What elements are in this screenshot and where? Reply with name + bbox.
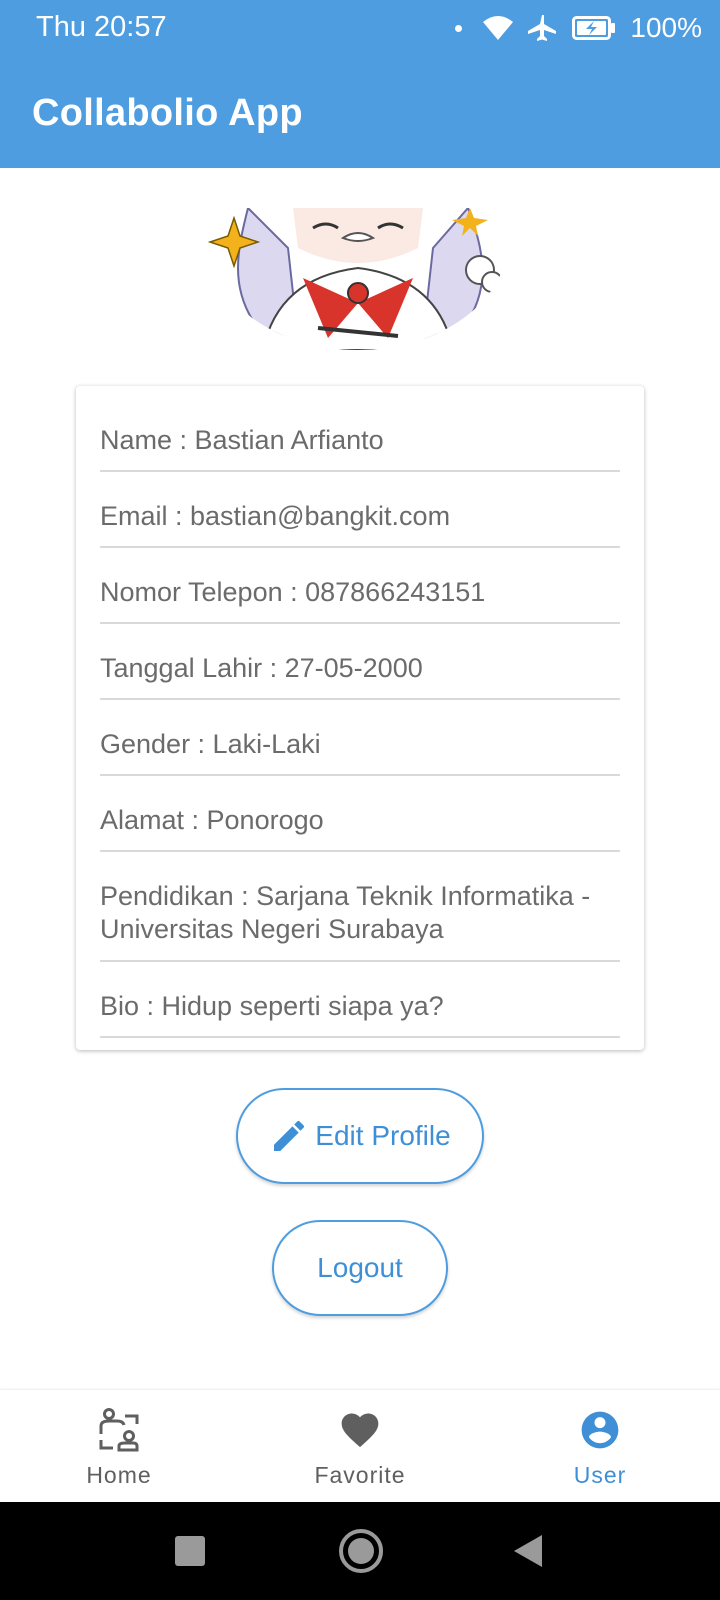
nav-label-home: Home <box>86 1462 152 1488</box>
profile-avatar <box>208 208 508 350</box>
birthdate-field: Tanggal Lahir : 27-05-2000 <box>100 632 620 700</box>
status-bar: Thu 20:57 100% <box>0 0 720 56</box>
airplane-icon <box>528 15 557 41</box>
nav-label-user: User <box>573 1462 627 1488</box>
logout-label: Logout <box>317 1252 403 1283</box>
edit-profile-button[interactable]: Edit Profile <box>236 1088 484 1184</box>
education-field: Pendidikan : Sarjana Teknik Informatika … <box>100 860 620 962</box>
battery-charging-icon <box>572 16 616 40</box>
app-title: Collabolio App <box>32 92 303 134</box>
nav-item-home[interactable]: Home <box>19 1390 219 1502</box>
nav-label-favorite: Favorite <box>314 1462 406 1488</box>
system-navigation-bar <box>0 1502 720 1600</box>
wifi-icon <box>483 16 514 40</box>
edit-profile-label: Edit Profile <box>315 1120 451 1151</box>
nav-item-user[interactable]: User <box>500 1390 700 1502</box>
bio-field: Bio : Hidup seperti siapa ya? <box>100 970 620 1038</box>
bottom-navigation: Home Favorite User <box>0 1390 720 1502</box>
home-button[interactable] <box>338 1528 384 1574</box>
app-bar: Thu 20:57 100% Collabolio App <box>0 0 720 168</box>
back-button[interactable] <box>512 1533 544 1569</box>
notification-dot-icon <box>455 24 463 32</box>
account-circle-icon <box>581 1411 619 1449</box>
address-field: Alamat : Ponorogo <box>100 784 620 852</box>
logout-button[interactable]: Logout <box>272 1220 448 1316</box>
phone-field: Nomor Telepon : 087866243151 <box>100 556 620 624</box>
gender-field: Gender : Laki-Laki <box>100 708 620 776</box>
battery-percentage: 100% <box>630 12 702 43</box>
status-icons: 100% <box>455 10 702 46</box>
heart-icon <box>341 1413 379 1448</box>
email-field: Email : bastian@bangkit.com <box>100 480 620 548</box>
home-people-icon <box>99 1408 139 1452</box>
name-field: Name : Bastian Arfianto <box>100 404 620 472</box>
recents-button[interactable] <box>174 1535 206 1567</box>
pencil-icon <box>274 1120 305 1151</box>
nav-item-favorite[interactable]: Favorite <box>260 1390 460 1502</box>
status-time: Thu 20:57 <box>36 11 167 43</box>
profile-card: Name : Bastian Arfianto Email : bastian@… <box>76 386 644 1050</box>
